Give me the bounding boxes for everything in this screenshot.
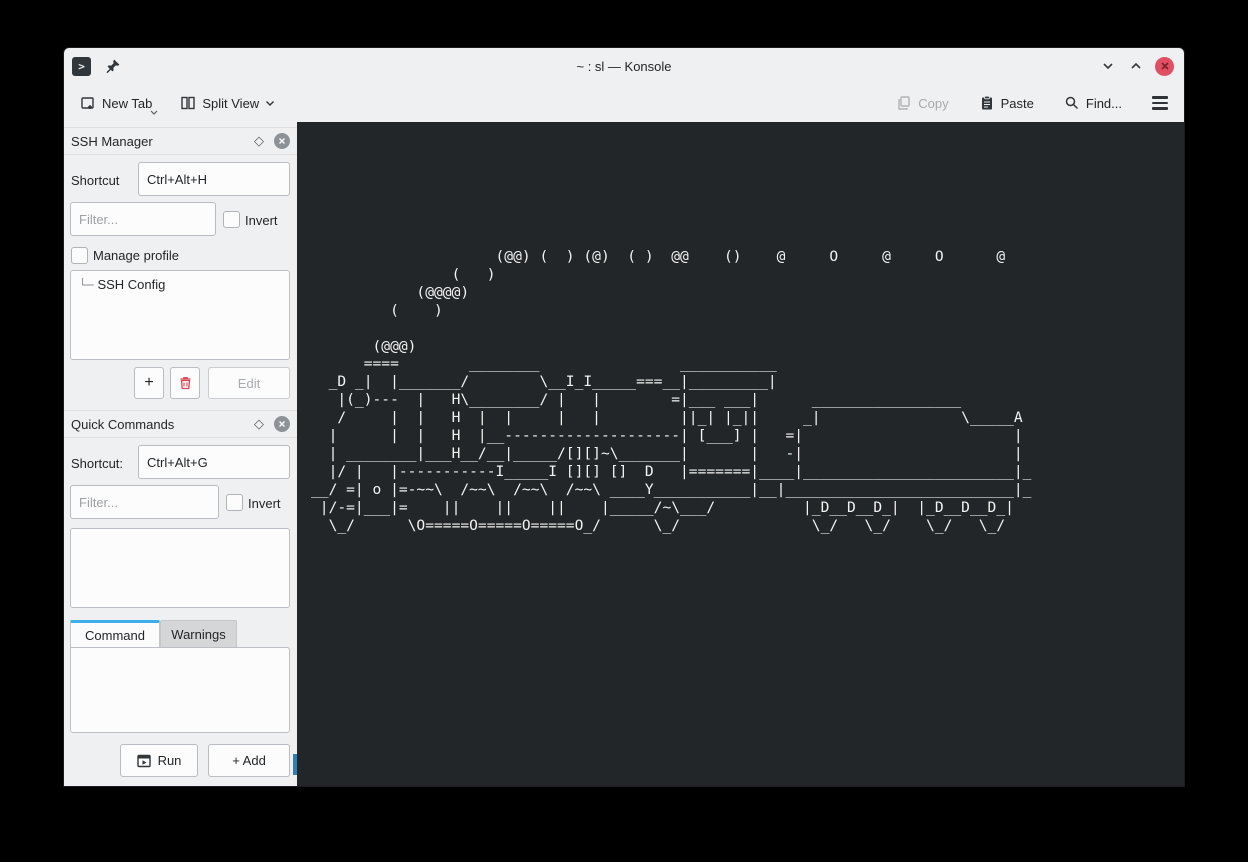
ssh-config-label: SSH Config [97, 277, 165, 292]
search-icon [1064, 95, 1080, 111]
qc-command-list[interactable] [70, 528, 290, 608]
ssh-filter-input[interactable] [70, 202, 216, 236]
qc-add-label: + Add [232, 753, 266, 768]
ssh-shortcut-label: Shortcut [71, 173, 119, 188]
manage-profile-checkbox[interactable] [71, 247, 88, 264]
window-title: ~ : sl — Konsole [64, 59, 1184, 74]
copy-button[interactable]: Copy [888, 89, 956, 117]
ssh-invert-checkbox[interactable] [223, 211, 240, 228]
main-toolbar: New Tab Split View Copy [64, 84, 1184, 122]
window-controls [1099, 48, 1174, 84]
minimize-icon[interactable] [1099, 57, 1117, 75]
qc-shortcut-label: Shortcut: [71, 456, 123, 471]
paste-label: Paste [1001, 96, 1034, 111]
find-label: Find... [1086, 96, 1122, 111]
new-tab-caret-icon[interactable] [150, 110, 158, 116]
ssh-add-button[interactable]: + [134, 367, 164, 399]
manage-profile-label: Manage profile [93, 248, 179, 263]
ssh-config-tree-item[interactable]: └─ SSH Config [71, 271, 289, 292]
float-panel-icon[interactable]: ◇ [254, 133, 264, 149]
quick-commands-close-icon[interactable] [274, 416, 290, 432]
new-tab-button[interactable]: New Tab [72, 89, 160, 117]
maximize-icon[interactable] [1127, 57, 1145, 75]
qc-invert-label: Invert [248, 496, 281, 511]
paste-icon [979, 95, 995, 111]
close-icon[interactable] [1155, 57, 1174, 76]
copy-icon [896, 95, 912, 111]
split-view-button[interactable]: Split View [172, 89, 283, 117]
konsole-window: > ~ : sl — Konsole New Tab [64, 48, 1184, 786]
sl-train-ascii-art: (@@) ( ) (@) ( ) @@ () @ O @ O @ ( ) (@@… [311, 248, 1031, 535]
ssh-delete-button[interactable] [170, 367, 200, 399]
tab-warnings[interactable]: Warnings [160, 620, 237, 647]
ssh-edit-button[interactable]: Edit [208, 367, 290, 399]
float-panel-icon[interactable]: ◇ [254, 416, 264, 432]
tree-branch-icon: └─ [79, 278, 93, 292]
menu-icon[interactable] [1144, 90, 1176, 115]
run-button[interactable]: Run [120, 744, 198, 777]
qc-add-button[interactable]: + Add [208, 744, 290, 777]
qc-command-editor[interactable] [70, 647, 290, 733]
quick-commands-header[interactable]: Quick Commands ◇ [64, 410, 297, 438]
titlebar[interactable]: > ~ : sl — Konsole [64, 48, 1184, 84]
tab-command-label: Command [85, 628, 145, 643]
ssh-config-list[interactable]: └─ SSH Config [70, 270, 290, 360]
split-view-label: Split View [202, 96, 259, 111]
quick-commands-title: Quick Commands [71, 417, 254, 432]
qc-filter-input[interactable] [70, 485, 219, 519]
trash-icon [179, 376, 192, 390]
paste-button[interactable]: Paste [971, 89, 1042, 117]
tab-command[interactable]: Command [70, 620, 160, 647]
ssh-manager-title: SSH Manager [71, 134, 254, 149]
run-label: Run [158, 753, 182, 768]
terminal-display[interactable]: (@@) ( ) (@) ( ) @@ () @ O @ O @ ( ) (@@… [297, 122, 1184, 786]
ssh-manager-close-icon[interactable] [274, 133, 290, 149]
ssh-manager-header[interactable]: SSH Manager ◇ [64, 127, 297, 155]
window-content: SSH Manager ◇ Shortcut Invert Manage pro… [64, 122, 1184, 786]
run-icon [137, 754, 151, 768]
ssh-invert-label: Invert [245, 213, 278, 228]
copy-label: Copy [918, 96, 948, 111]
ssh-shortcut-input[interactable] [138, 162, 290, 196]
sidebar: SSH Manager ◇ Shortcut Invert Manage pro… [64, 122, 297, 786]
find-button[interactable]: Find... [1056, 89, 1130, 117]
ssh-add-label: + [144, 374, 153, 392]
split-view-icon [180, 95, 196, 111]
desktop: { "window": { "title": "~ : sl — Konsole… [0, 0, 1248, 862]
qc-shortcut-input[interactable] [138, 445, 290, 479]
qc-invert-checkbox[interactable] [226, 494, 243, 511]
ssh-edit-label: Edit [238, 376, 260, 391]
tab-warnings-label: Warnings [171, 627, 225, 642]
split-view-chevron-icon [265, 100, 275, 107]
new-tab-label: New Tab [102, 96, 152, 111]
new-tab-icon [80, 95, 96, 111]
